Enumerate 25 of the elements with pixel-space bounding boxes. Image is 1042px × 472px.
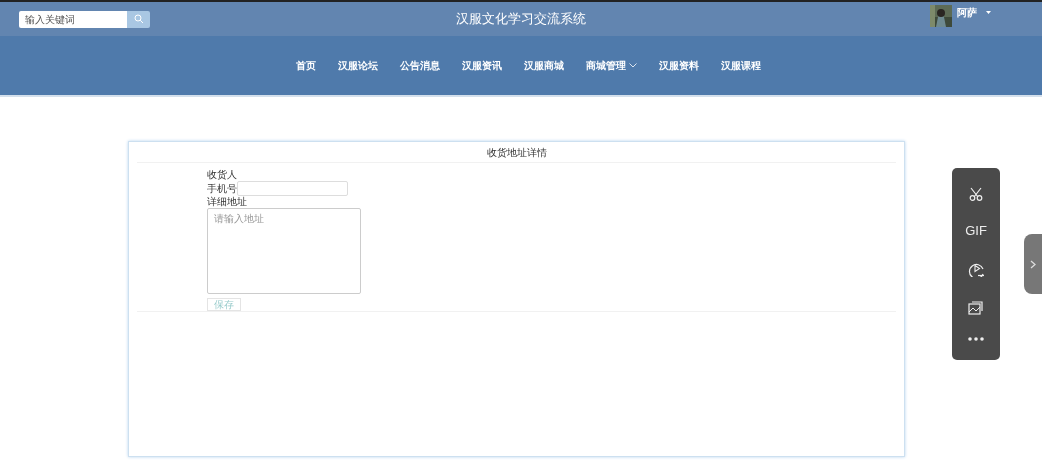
phone-input[interactable]: [237, 181, 348, 196]
nav-link[interactable]: 汉服商城: [523, 58, 564, 73]
field-label: 手机号: [207, 182, 237, 195]
nav-link[interactable]: 汉服课程: [720, 58, 761, 73]
site-title: 汉服文化学习交流系统: [456, 10, 586, 28]
search-icon[interactable]: [127, 10, 150, 28]
gif-button[interactable]: GIF: [965, 223, 987, 239]
field-label: 收货人: [207, 169, 237, 181]
chevron-right-icon: [1030, 259, 1036, 269]
image-icon[interactable]: [968, 299, 984, 315]
caret-icon[interactable]: [986, 11, 991, 14]
nav-link[interactable]: 公告消息: [399, 58, 440, 73]
nav-link[interactable]: 汉服论坛: [337, 58, 378, 73]
more-icon[interactable]: [968, 336, 984, 341]
field-label: 详细地址: [207, 196, 247, 208]
chevron-down-icon: [628, 63, 637, 68]
nav-link[interactable]: 汉服资讯: [461, 58, 502, 73]
nav-link[interactable]: 商城管理: [585, 58, 637, 73]
scissors-icon[interactable]: [968, 187, 984, 202]
collapse-tab[interactable]: [1024, 234, 1042, 294]
nav-link[interactable]: 首页: [295, 58, 316, 73]
user-name[interactable]: 阿萨: [957, 6, 977, 20]
nav-link[interactable]: 汉服资料: [658, 58, 699, 73]
form-title: 收货地址详情: [137, 142, 896, 163]
address-textarea[interactable]: 请输入地址: [207, 208, 361, 294]
